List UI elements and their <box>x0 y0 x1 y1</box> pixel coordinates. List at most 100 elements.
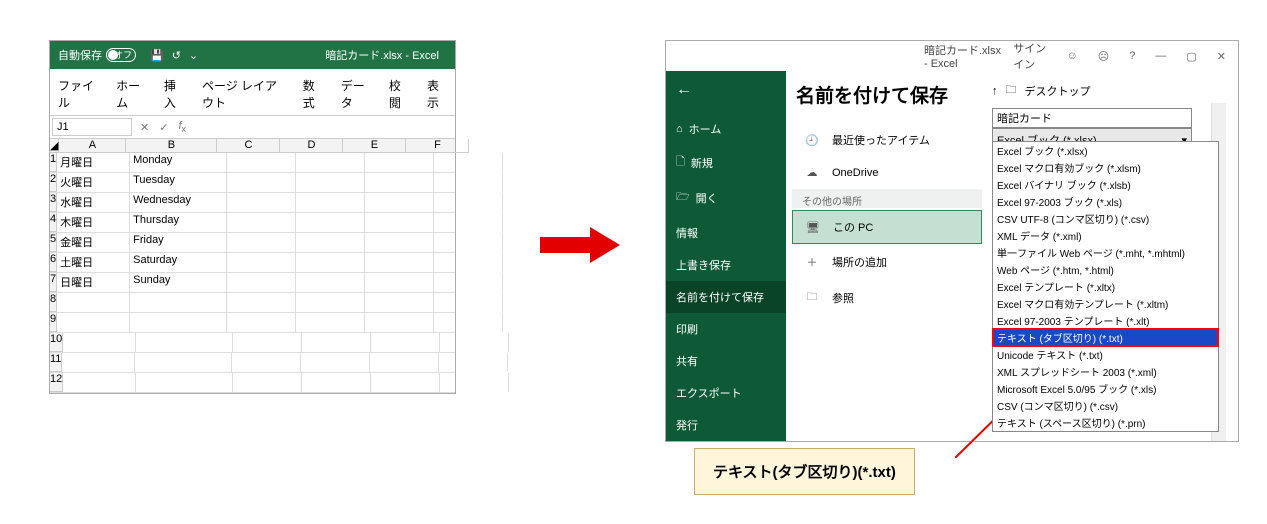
table-row[interactable]: 6 土曜日 Saturday <box>50 253 455 273</box>
cell[interactable] <box>302 373 371 392</box>
col-header-B[interactable]: B <box>126 139 217 153</box>
cell[interactable]: Thursday <box>130 213 227 232</box>
nav-save[interactable]: 上書き保存 <box>666 249 786 281</box>
col-header-E[interactable]: E <box>343 139 406 153</box>
row-header[interactable]: 4 <box>50 213 57 232</box>
cell[interactable]: 火曜日 <box>57 173 130 192</box>
cell[interactable]: 水曜日 <box>57 193 130 212</box>
row-header[interactable]: 5 <box>50 233 57 252</box>
table-row[interactable]: 8 <box>50 293 455 313</box>
filetype-dropdown[interactable]: Excel ブック (*.xlsx)Excel マクロ有効ブック (*.xlsm… <box>992 141 1219 432</box>
table-row[interactable]: 12 <box>50 373 455 393</box>
nav-share[interactable]: 共有 <box>666 345 786 377</box>
table-row[interactable]: 4 木曜日 Thursday <box>50 213 455 233</box>
cell[interactable] <box>227 173 296 192</box>
face-smile-icon[interactable]: ☺ <box>1063 50 1082 62</box>
cell[interactable] <box>62 353 135 372</box>
cell[interactable] <box>365 273 434 292</box>
cell[interactable] <box>370 353 439 372</box>
cell[interactable] <box>227 153 296 172</box>
filetype-option[interactable]: Excel バイナリ ブック (*.xlsb) <box>993 176 1218 193</box>
undo-icon[interactable]: ↺ <box>172 49 181 62</box>
cell[interactable] <box>227 213 296 232</box>
cell[interactable] <box>434 173 503 192</box>
cell[interactable] <box>296 253 365 272</box>
cell[interactable] <box>57 313 130 332</box>
cell[interactable] <box>227 233 296 252</box>
filetype-option[interactable]: CSV (コンマ区切り) (*.csv) <box>993 397 1218 414</box>
cell[interactable] <box>365 313 434 332</box>
filetype-option[interactable]: テキスト (タブ区切り) (*.txt) <box>993 329 1218 346</box>
signin-link[interactable]: サインイン <box>1013 40 1050 72</box>
tab-formulas[interactable]: 数式 <box>299 73 327 115</box>
cell[interactable] <box>434 313 503 332</box>
nav-saveas[interactable]: 名前を付けて保存 <box>666 281 786 313</box>
row-header[interactable]: 11 <box>50 353 62 372</box>
fx-icon[interactable]: fx <box>176 120 188 134</box>
cell[interactable] <box>227 193 296 212</box>
cell[interactable] <box>365 213 434 232</box>
cell[interactable] <box>233 373 302 392</box>
location-onedrive[interactable]: ☁OneDrive <box>792 158 982 187</box>
nav-print[interactable]: 印刷 <box>666 313 786 345</box>
row-header[interactable]: 6 <box>50 253 57 272</box>
cell[interactable]: 土曜日 <box>57 253 130 272</box>
table-row[interactable]: 5 金曜日 Friday <box>50 233 455 253</box>
row-header[interactable]: 8 <box>50 293 57 312</box>
col-header-C[interactable]: C <box>217 139 280 153</box>
cell[interactable] <box>434 253 503 272</box>
location-this-pc[interactable]: 🖥この PC <box>792 210 982 244</box>
quickaccess-dropdown-icon[interactable]: ⌄ <box>189 49 198 62</box>
cell[interactable] <box>296 313 365 332</box>
cell[interactable] <box>434 213 503 232</box>
filetype-option[interactable]: Unicode テキスト (*.txt) <box>993 346 1218 363</box>
cell[interactable]: Monday <box>130 153 227 172</box>
cell[interactable] <box>439 353 508 372</box>
col-header-F[interactable]: F <box>406 139 469 153</box>
filetype-option[interactable]: Excel ブック (*.xlsx) <box>993 142 1218 159</box>
up-folder-icon[interactable]: ↑ <box>992 85 998 97</box>
tab-insert[interactable]: 挿入 <box>160 73 188 115</box>
filetype-option[interactable]: Excel マクロ有効ブック (*.xlsm) <box>993 159 1218 176</box>
col-header-D[interactable]: D <box>280 139 343 153</box>
location-add-place[interactable]: ＋場所の追加 <box>792 246 982 278</box>
cell[interactable] <box>434 233 503 252</box>
tab-home[interactable]: ホーム <box>112 73 150 115</box>
nav-publish[interactable]: 発行 <box>666 409 786 441</box>
cell[interactable] <box>302 333 371 352</box>
cell[interactable] <box>296 233 365 252</box>
cell[interactable] <box>365 253 434 272</box>
cell[interactable] <box>365 293 434 312</box>
cell[interactable] <box>296 293 365 312</box>
filetype-option[interactable]: Web ページ (*.htm, *.html) <box>993 261 1218 278</box>
cell[interactable]: Tuesday <box>130 173 227 192</box>
row-header[interactable]: 10 <box>50 333 63 352</box>
filetype-option[interactable]: CSV UTF-8 (コンマ区切り) (*.csv) <box>993 210 1218 227</box>
filetype-option[interactable]: Microsoft Excel 5.0/95 ブック (*.xls) <box>993 380 1218 397</box>
cell[interactable] <box>233 333 302 352</box>
cell[interactable] <box>63 333 136 352</box>
cell[interactable] <box>227 313 296 332</box>
table-row[interactable]: 3 水曜日 Wednesday <box>50 193 455 213</box>
cell[interactable] <box>130 293 227 312</box>
filetype-option[interactable]: Excel 97-2003 ブック (*.xls) <box>993 193 1218 210</box>
filetype-option[interactable]: Excel 97-2003 テンプレート (*.xlt) <box>993 312 1218 329</box>
close-icon[interactable]: ✕ <box>1213 50 1230 63</box>
cell[interactable] <box>371 373 440 392</box>
tab-data[interactable]: データ <box>337 73 375 115</box>
cell[interactable]: Saturday <box>130 253 227 272</box>
cell[interactable]: 木曜日 <box>57 213 130 232</box>
filetype-option[interactable]: XML スプレッドシート 2003 (*.xml) <box>993 363 1218 380</box>
cell[interactable] <box>434 273 503 292</box>
table-row[interactable]: 11 <box>50 353 455 373</box>
row-header[interactable]: 9 <box>50 313 57 332</box>
row-header[interactable]: 2 <box>50 173 57 192</box>
nav-home[interactable]: ⌂ホーム <box>666 113 786 145</box>
cell[interactable]: Sunday <box>130 273 227 292</box>
cell[interactable]: 月曜日 <box>57 153 130 172</box>
row-header[interactable]: 7 <box>50 273 57 292</box>
row-header[interactable]: 12 <box>50 373 63 392</box>
worksheet-grid[interactable]: ◢ A B C D E F 1 月曜日 Monday 2 火曜日 Tuesday… <box>50 139 455 393</box>
help-icon[interactable]: ? <box>1125 50 1139 62</box>
cell[interactable] <box>227 293 296 312</box>
